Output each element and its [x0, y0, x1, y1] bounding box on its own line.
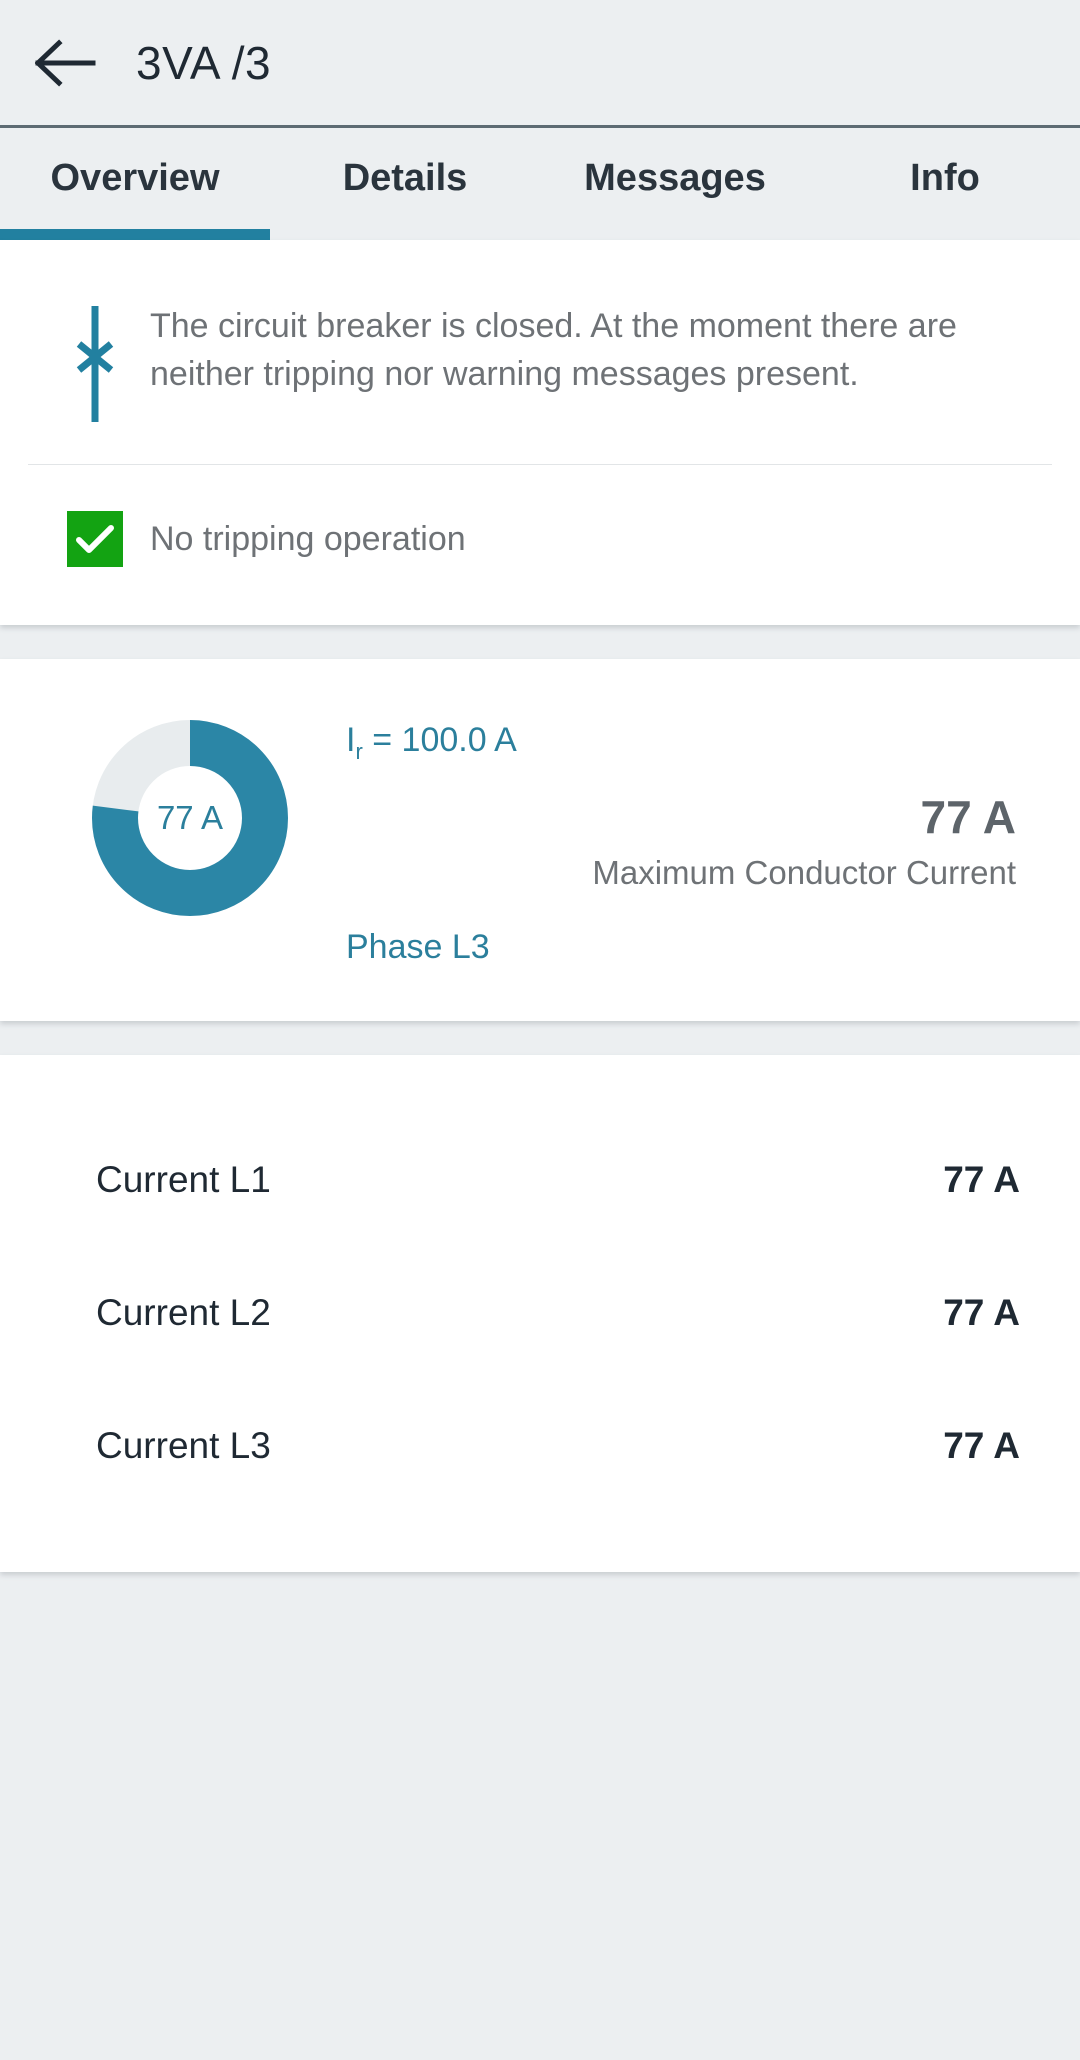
active-tab-indicator: [0, 229, 270, 240]
current-l1-value: 77 A: [943, 1158, 1020, 1200]
current-gauge-card: 77 A Ir = 100.0 A 77 A Maximum Conductor…: [0, 659, 1080, 1021]
page-title: 3VA /3: [136, 36, 272, 89]
table-row[interactable]: Current L2 77 A: [0, 1246, 1080, 1379]
breaker-status-message: The circuit breaker is closed. At the mo…: [150, 307, 957, 394]
tab-bar: Overview Details Messages Info: [0, 128, 1080, 240]
tripping-status-label: No tripping operation: [150, 519, 466, 558]
tab-overview[interactable]: Overview: [0, 128, 270, 240]
tab-info[interactable]: Info: [810, 128, 1080, 240]
tripping-status-row: No tripping operation: [0, 465, 1080, 625]
page-bottom-space: [0, 1572, 1080, 1772]
back-arrow-icon: [35, 38, 97, 88]
current-l2-label: Current L2: [96, 1291, 271, 1333]
tab-overview-label: Overview: [50, 156, 220, 199]
back-button[interactable]: [18, 15, 114, 111]
table-row[interactable]: Current L1 77 A: [0, 1113, 1080, 1246]
check-icon: [67, 511, 123, 567]
app-screen: 3VA /3 Overview Details Messages Info Th…: [0, 0, 1080, 2060]
circuit-breaker-closed-icon: [40, 298, 150, 424]
current-l1-label: Current L1: [96, 1158, 271, 1200]
tab-messages[interactable]: Messages: [540, 128, 810, 240]
tab-details-label: Details: [342, 156, 468, 199]
current-l3-label: Current L3: [96, 1424, 271, 1466]
tripping-status-indicator: [40, 511, 150, 567]
table-row[interactable]: Current L3 77 A: [0, 1379, 1080, 1512]
tab-info-label: Info: [910, 156, 980, 199]
rated-current-value: = 100.0 A: [362, 721, 517, 759]
breaker-status-row: The circuit breaker is closed. At the mo…: [0, 240, 1080, 464]
rated-current-label: Ir = 100.0 A: [346, 721, 1040, 764]
card-gap-1: [0, 625, 1080, 659]
current-l2-value: 77 A: [943, 1291, 1020, 1333]
donut-chart: 77 A: [40, 711, 340, 917]
tab-messages-label: Messages: [584, 156, 766, 199]
rated-current-subscript: r: [355, 739, 363, 764]
app-header: 3VA /3: [0, 0, 1080, 128]
breaker-status-card: The circuit breaker is closed. At the mo…: [0, 240, 1080, 625]
max-conductor-current-caption: Maximum Conductor Current: [592, 854, 1016, 891]
card-gap-2: [0, 1021, 1080, 1055]
phase-label: Phase L3: [346, 928, 490, 966]
current-l3-value: 77 A: [943, 1424, 1020, 1466]
max-conductor-current-value: 77 A: [920, 791, 1016, 843]
donut-center-value: 77 A: [156, 799, 224, 836]
tab-details[interactable]: Details: [270, 128, 540, 240]
current-list-card: Current L1 77 A Current L2 77 A Current …: [0, 1055, 1080, 1572]
main-content: The circuit breaker is closed. At the mo…: [0, 240, 1080, 1772]
gauge-info: Ir = 100.0 A 77 A Maximum Conductor Curr…: [340, 711, 1040, 967]
